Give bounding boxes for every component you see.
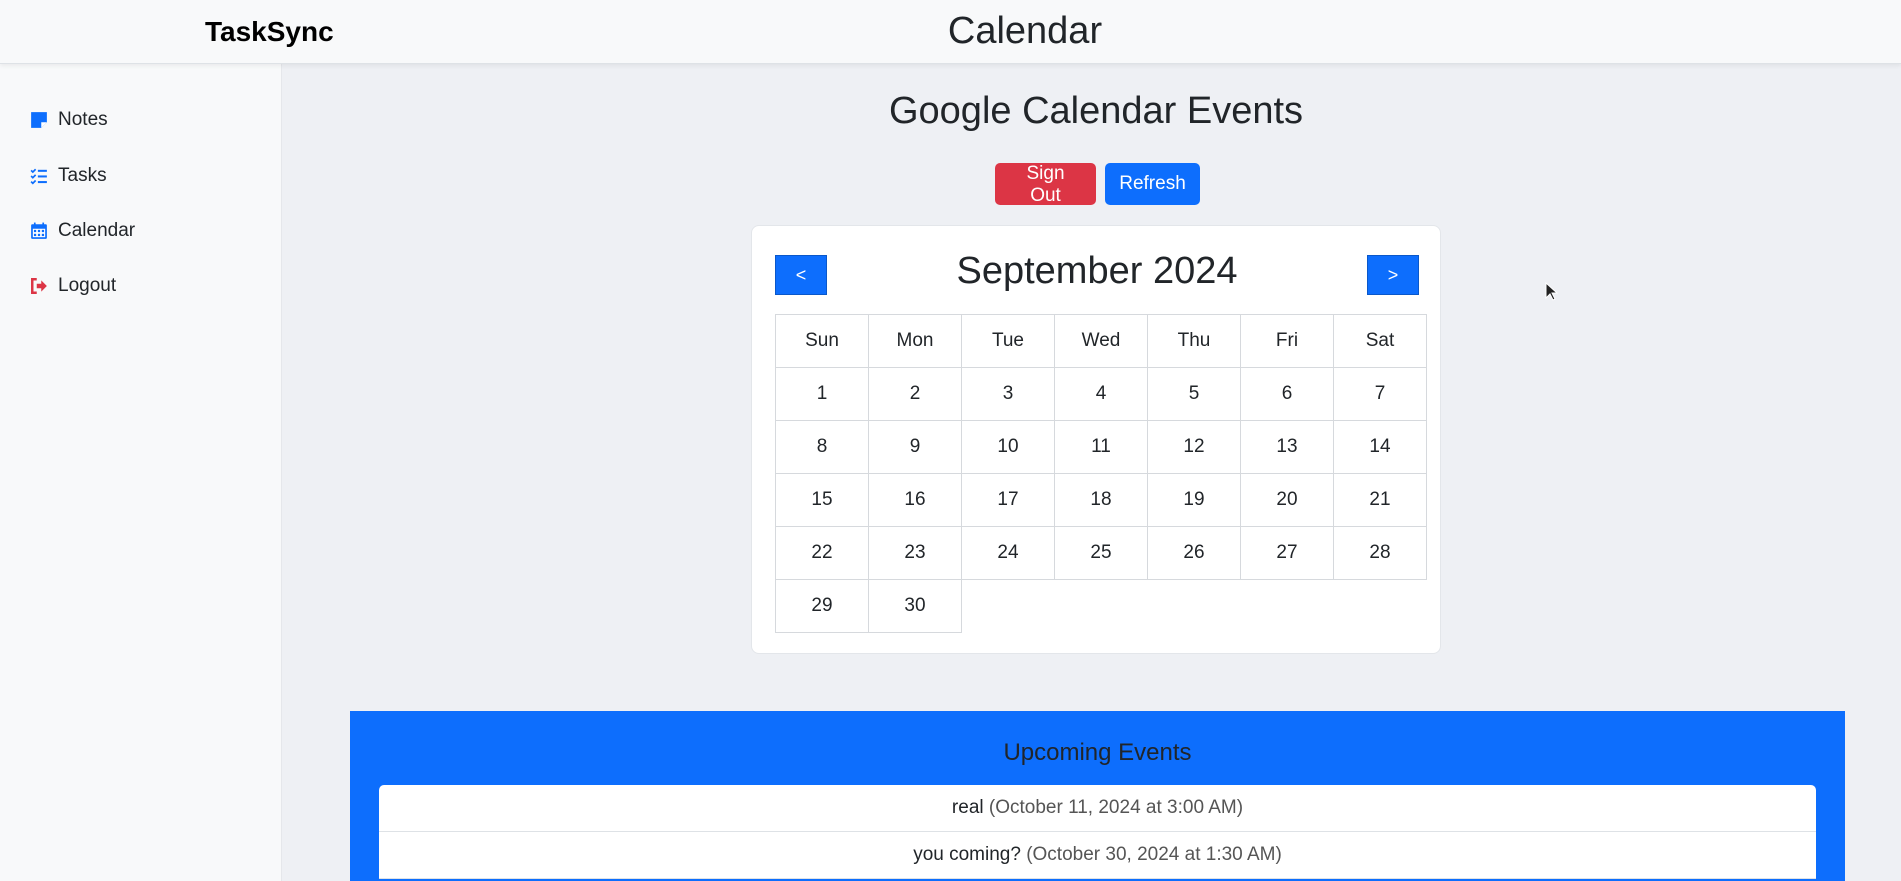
calendar-day[interactable]: 22 [775, 526, 869, 580]
calendar-day[interactable]: 24 [961, 526, 1055, 580]
weekday-header: Thu [1147, 314, 1241, 368]
sidebar-item-label: Logout [58, 275, 117, 296]
calendar-day[interactable]: 8 [775, 420, 869, 474]
empty-cell [962, 580, 1055, 633]
mouse-cursor-icon [1545, 282, 1559, 301]
weekday-header: Sat [1333, 314, 1427, 368]
calendar-day[interactable]: 17 [961, 473, 1055, 527]
calendar-day[interactable]: 30 [868, 579, 962, 633]
main-heading: Google Calendar Events [888, 90, 1304, 132]
refresh-button[interactable]: Refresh [1105, 163, 1200, 205]
task-list-icon [30, 168, 47, 185]
event-date: (October 11, 2024 at 3:00 AM) [988, 797, 1244, 818]
calendar-day[interactable]: 3 [961, 367, 1055, 421]
empty-cell [1334, 580, 1427, 633]
calendar-day[interactable]: 12 [1147, 420, 1241, 474]
calendar-day[interactable]: 27 [1240, 526, 1334, 580]
sidebar-item-notes[interactable]: Notes [30, 104, 108, 136]
weekday-header: Wed [1054, 314, 1148, 368]
empty-cell [1148, 580, 1241, 633]
weekday-header: Mon [868, 314, 962, 368]
calendar-day[interactable]: 21 [1333, 473, 1427, 527]
sidebar-item-calendar[interactable]: Calendar [30, 215, 135, 247]
calendar-week-row: 8 9 10 11 12 13 14 [775, 420, 1427, 474]
next-month-button[interactable]: > [1367, 255, 1419, 295]
sign-out-button[interactable]: Sign Out [995, 163, 1096, 206]
calendar-week-row: 15 16 17 18 19 20 21 [775, 473, 1427, 527]
calendar-day[interactable]: 19 [1147, 473, 1241, 527]
sticky-note-icon [31, 112, 47, 128]
calendar-day[interactable]: 1 [775, 367, 869, 421]
empty-cell [1241, 580, 1334, 633]
events-heading: Upcoming Events [1003, 739, 1192, 766]
calendar-day[interactable]: 29 [775, 579, 869, 633]
calendar-day[interactable]: 13 [1240, 420, 1334, 474]
calendar-day[interactable]: 15 [775, 473, 869, 527]
calendar-day[interactable]: 16 [868, 473, 962, 527]
calendar-week-row: 1 2 3 4 5 6 7 [775, 367, 1427, 421]
empty-cell [1055, 580, 1148, 633]
event-date: (October 30, 2024 at 1:30 AM) [1026, 844, 1282, 865]
weekday-header: Tue [961, 314, 1055, 368]
event-name: you coming? [913, 844, 1021, 865]
calendar-day[interactable]: 23 [868, 526, 962, 580]
sidebar: Notes Tasks Calendar Logout [0, 64, 282, 881]
calendar-day[interactable]: 4 [1054, 367, 1148, 421]
logout-icon [31, 278, 47, 294]
event-list: real (October 11, 2024 at 3:00 AM) you c… [379, 785, 1816, 879]
sidebar-item-logout[interactable]: Logout [30, 270, 116, 302]
calendar-day[interactable]: 14 [1333, 420, 1427, 474]
event-name: real [951, 797, 984, 818]
event-item[interactable]: real (October 11, 2024 at 3:00 AM) [379, 785, 1816, 832]
calendar-day[interactable]: 2 [868, 367, 962, 421]
calendar-week-row: 22 23 24 25 26 27 28 [775, 526, 1427, 580]
calendar-day[interactable]: 11 [1054, 420, 1148, 474]
month-label: September 2024 [956, 250, 1238, 292]
calendar-day[interactable]: 26 [1147, 526, 1241, 580]
sidebar-item-label: Notes [58, 109, 108, 130]
sidebar-item-label: Calendar [58, 220, 136, 241]
calendar-day[interactable]: 20 [1240, 473, 1334, 527]
calendar-grid: Sun Mon Tue Wed Thu Fri Sat 1 2 3 4 5 6 … [775, 314, 1427, 633]
calendar-day[interactable]: 18 [1054, 473, 1148, 527]
page-title: Calendar [947, 10, 1103, 52]
calendar-day[interactable]: 25 [1054, 526, 1148, 580]
calendar-day[interactable]: 5 [1147, 367, 1241, 421]
calendar-card: < September 2024 > Sun Mon Tue Wed Thu F… [751, 225, 1441, 654]
calendar-day[interactable]: 10 [961, 420, 1055, 474]
calendar-day[interactable]: 6 [1240, 367, 1334, 421]
calendar-icon [31, 222, 47, 239]
weekday-header: Fri [1240, 314, 1334, 368]
calendar-day[interactable]: 7 [1333, 367, 1427, 421]
top-navbar: TaskSync Calendar [0, 0, 1901, 64]
weekday-header: Sun [775, 314, 869, 368]
event-item[interactable]: you coming? (October 30, 2024 at 1:30 AM… [379, 832, 1816, 879]
weekday-header-row: Sun Mon Tue Wed Thu Fri Sat [775, 314, 1427, 368]
sidebar-item-label: Tasks [58, 165, 107, 186]
calendar-day[interactable]: 9 [868, 420, 962, 474]
calendar-week-row: 29 30 [775, 579, 1427, 633]
upcoming-events-panel: Upcoming Events real (October 11, 2024 a… [350, 711, 1845, 881]
sidebar-item-tasks[interactable]: Tasks [30, 160, 107, 192]
calendar-day[interactable]: 28 [1333, 526, 1427, 580]
